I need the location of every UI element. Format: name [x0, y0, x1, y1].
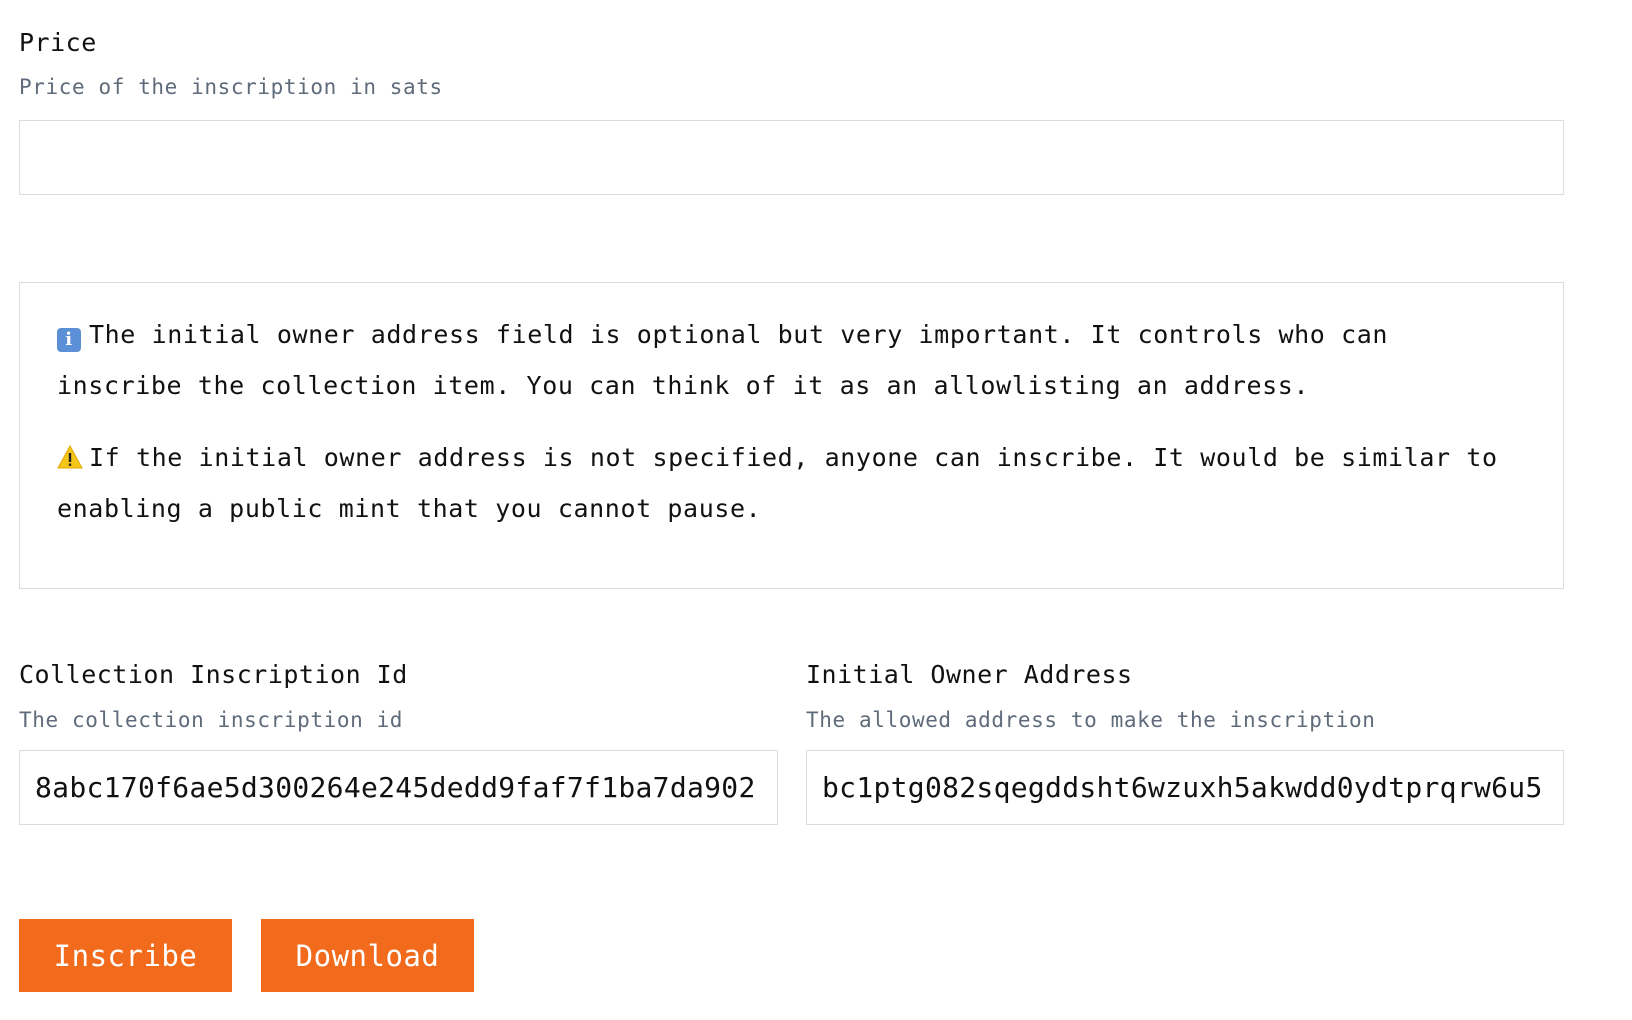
warning-text: If the initial owner address is not spec…: [57, 443, 1498, 523]
collection-inscription-id-description: The collection inscription id: [19, 708, 404, 732]
price-description: Price of the inscription in sats: [19, 75, 443, 99]
collection-inscription-id-input[interactable]: [19, 750, 778, 825]
initial-owner-address-field: Initial Owner Address The allowed addres…: [806, 660, 1564, 825]
initial-owner-address-input[interactable]: [806, 750, 1564, 825]
initial-owner-address-description: The allowed address to make the inscript…: [806, 708, 1376, 732]
initial-owner-notice: i The initial owner address field is opti…: [19, 282, 1564, 589]
warning-icon: [57, 445, 83, 469]
warning-paragraph: If the initial owner address is not spec…: [57, 432, 1527, 534]
initial-owner-address-label: Initial Owner Address: [806, 660, 1133, 689]
info-icon: i: [57, 328, 81, 352]
collection-inscription-id-label: Collection Inscription Id: [19, 660, 408, 689]
collection-inscription-id-field: Collection Inscription Id The collection…: [19, 660, 778, 825]
inscribe-button[interactable]: Inscribe: [19, 919, 232, 992]
price-input[interactable]: [19, 120, 1564, 195]
info-paragraph: i The initial owner address field is opti…: [57, 309, 1527, 411]
info-text: The initial owner address field is optio…: [57, 320, 1389, 400]
price-label: Price: [19, 28, 97, 57]
download-button[interactable]: Download: [261, 919, 474, 992]
